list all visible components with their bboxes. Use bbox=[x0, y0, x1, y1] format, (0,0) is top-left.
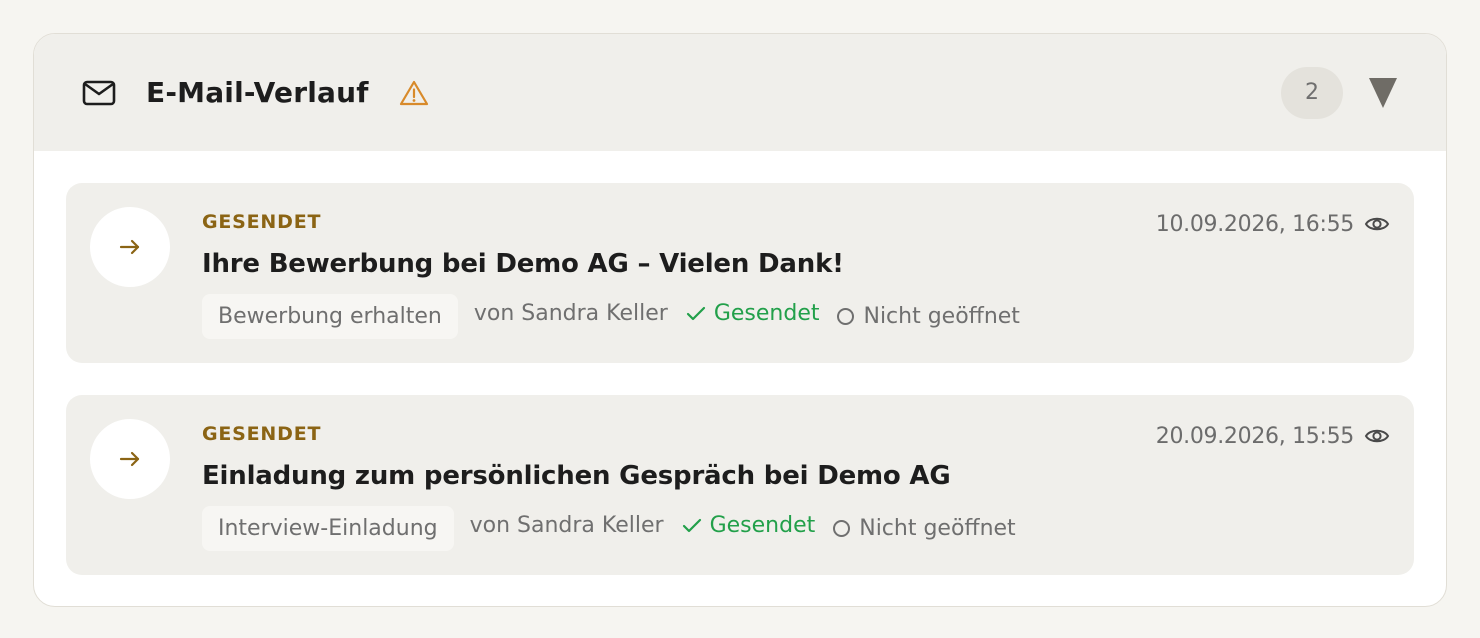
check-icon bbox=[686, 306, 706, 322]
email-list: GESENDET Ihre Bewerbung bei Demo AG – Vi… bbox=[34, 151, 1446, 575]
sent-status: Gesendet bbox=[686, 301, 820, 326]
sent-status-label: Gesendet bbox=[713, 301, 820, 326]
eye-icon[interactable] bbox=[1364, 426, 1390, 446]
email-sender: von Sandra Keller bbox=[473, 301, 668, 326]
email-date: 20.09.2026, 15:55 bbox=[1155, 424, 1355, 449]
opened-status: Nicht geöffnet bbox=[837, 304, 1020, 329]
email-status-label: GESENDET bbox=[202, 211, 322, 233]
email-sender: von Sandra Keller bbox=[469, 513, 664, 538]
warning-icon bbox=[399, 79, 429, 107]
circle-icon bbox=[837, 308, 855, 325]
collapse-toggle-button[interactable] bbox=[1367, 76, 1399, 110]
triangle-down-icon bbox=[1369, 77, 1397, 108]
sent-status: Gesendet bbox=[682, 513, 816, 538]
opened-status-label: Nicht geöffnet bbox=[863, 304, 1020, 329]
email-history-panel: E-Mail-Verlauf 2 GESENDET Ihre Bewerbung… bbox=[33, 33, 1447, 607]
opened-status-label: Nicht geöffnet bbox=[859, 516, 1016, 541]
email-date: 10.09.2026, 16:55 bbox=[1155, 212, 1355, 237]
arrow-right-icon bbox=[90, 419, 170, 499]
email-meta: Interview-Einladung von Sandra Keller Ge… bbox=[202, 506, 1016, 551]
email-status-label: GESENDET bbox=[202, 423, 322, 445]
panel-title: E-Mail-Verlauf bbox=[146, 76, 369, 109]
eye-icon[interactable] bbox=[1364, 214, 1390, 234]
template-tag: Bewerbung erhalten bbox=[202, 294, 458, 339]
email-subject[interactable]: Ihre Bewerbung bei Demo AG – Vielen Dank… bbox=[202, 249, 844, 279]
email-count-badge: 2 bbox=[1281, 66, 1343, 119]
panel-header[interactable]: E-Mail-Verlauf 2 bbox=[34, 34, 1446, 151]
circle-icon bbox=[833, 520, 851, 537]
email-list-item[interactable]: GESENDET Ihre Bewerbung bei Demo AG – Vi… bbox=[66, 183, 1414, 363]
mail-icon bbox=[82, 79, 118, 107]
template-tag: Interview-Einladung bbox=[202, 506, 454, 551]
email-meta: Bewerbung erhalten von Sandra Keller Ges… bbox=[202, 294, 1020, 339]
email-list-item[interactable]: GESENDET Einladung zum persönlichen Gesp… bbox=[66, 395, 1414, 575]
email-subject[interactable]: Einladung zum persönlichen Gespräch bei … bbox=[202, 461, 951, 491]
arrow-right-icon bbox=[90, 207, 170, 287]
sent-status-label: Gesendet bbox=[709, 513, 816, 538]
check-icon bbox=[682, 518, 702, 534]
opened-status: Nicht geöffnet bbox=[833, 516, 1016, 541]
